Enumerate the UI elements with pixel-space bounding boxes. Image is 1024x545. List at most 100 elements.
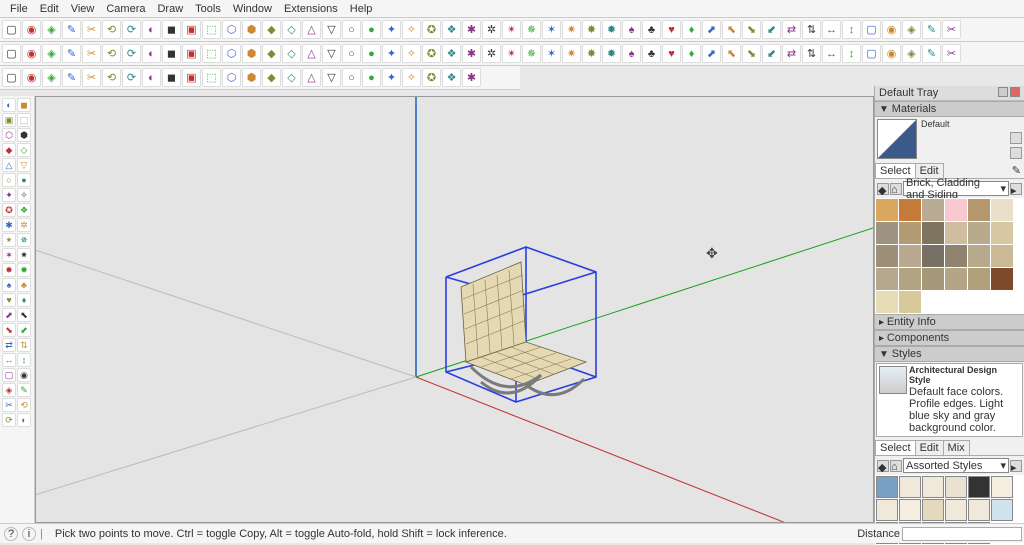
materials-panel-header[interactable]: ▼ Materials	[875, 101, 1024, 117]
tool-button[interactable]: ●	[17, 173, 31, 187]
menu-draw[interactable]: Draw	[151, 1, 189, 17]
material-swatch[interactable]	[945, 222, 967, 244]
toolbar-button[interactable]: ◼	[162, 44, 181, 63]
materials-collection-select[interactable]: Brick, Cladding and Siding▾	[903, 181, 1009, 196]
toolbar-button[interactable]: ⇅	[802, 20, 821, 39]
toolbar-button[interactable]: ◼	[162, 20, 181, 39]
toolbar-button[interactable]: ✹	[602, 44, 621, 63]
tool-button[interactable]: ⬚	[17, 113, 31, 127]
toolbar-button[interactable]: ○	[342, 44, 361, 63]
style-swatch[interactable]	[899, 476, 921, 498]
default-material-icon[interactable]	[1010, 147, 1022, 159]
toolbar-button[interactable]: ✶	[542, 20, 561, 39]
tool-button[interactable]: ◼	[17, 98, 31, 112]
material-swatch[interactable]	[899, 222, 921, 244]
toolbar-button[interactable]: ◼	[162, 68, 181, 87]
tool-button[interactable]: ⟳	[2, 413, 16, 427]
toolbar-button[interactable]: ✎	[922, 44, 941, 63]
styles-header[interactable]: ▼ Styles	[875, 346, 1024, 362]
toolbar-button[interactable]: △	[302, 68, 321, 87]
toolbar-button[interactable]: ❖	[442, 68, 461, 87]
toolbar-button[interactable]: ◐	[142, 68, 161, 87]
toolbar-button[interactable]: ▽	[322, 68, 341, 87]
toolbar-button[interactable]: ⬈	[702, 20, 721, 39]
toolbar-button[interactable]: ▣	[182, 68, 201, 87]
menu-camera[interactable]: Camera	[100, 1, 151, 17]
tool-button[interactable]: ◈	[2, 383, 16, 397]
toolbar-button[interactable]: ○	[342, 68, 361, 87]
menu-extensions[interactable]: Extensions	[278, 1, 344, 17]
toolbar-button[interactable]: ✵	[522, 44, 541, 63]
styles-home-icon[interactable]: ⌂	[890, 460, 902, 472]
styles-details-icon[interactable]: ▸	[1010, 460, 1022, 472]
material-swatch[interactable]	[968, 199, 990, 221]
toolbar-button[interactable]: ◇	[282, 20, 301, 39]
tool-button[interactable]: ✹	[17, 263, 31, 277]
toolbar-button[interactable]: ▢	[862, 44, 881, 63]
tool-button[interactable]: ◉	[17, 368, 31, 382]
toolbar-button[interactable]: ✸	[582, 20, 601, 39]
toolbar-button[interactable]: ▢	[862, 20, 881, 39]
toolbar-button[interactable]: ✎	[62, 20, 81, 39]
menu-file[interactable]: File	[4, 1, 34, 17]
style-swatch[interactable]	[876, 476, 898, 498]
tool-button[interactable]: ⬉	[17, 308, 31, 322]
toolbar-button[interactable]: ▽	[322, 20, 341, 39]
toolbar-button[interactable]: ▢	[2, 68, 21, 87]
toolbar-button[interactable]: ✎	[922, 20, 941, 39]
toolbar-button[interactable]: ⬚	[202, 20, 221, 39]
toolbar-button[interactable]: ✱	[462, 68, 481, 87]
toolbar-button[interactable]: ⟳	[122, 44, 141, 63]
toolbar-button[interactable]: ✎	[62, 44, 81, 63]
toolbar-button[interactable]: ⇄	[782, 20, 801, 39]
tool-button[interactable]: ⬢	[17, 128, 31, 142]
toolbar-button[interactable]: ⬋	[762, 20, 781, 39]
tool-button[interactable]: ▢	[2, 368, 16, 382]
toolbar-button[interactable]: ✦	[382, 20, 401, 39]
toolbar-button[interactable]: ✧	[402, 44, 421, 63]
toolbar-button[interactable]: ⬡	[222, 68, 241, 87]
toolbar-button[interactable]: ⬢	[242, 20, 261, 39]
toolbar-button[interactable]: ⬢	[242, 68, 261, 87]
tool-button[interactable]: ◇	[17, 143, 31, 157]
toolbar-button[interactable]: ⬈	[702, 44, 721, 63]
styles-tab-edit[interactable]: Edit	[915, 440, 944, 455]
tray-header[interactable]: Default Tray	[875, 86, 1024, 101]
back-icon[interactable]: ◆	[877, 183, 889, 195]
toolbar-button[interactable]: ⟲	[102, 20, 121, 39]
tool-button[interactable]: △	[2, 158, 16, 172]
toolbar-button[interactable]: ✧	[402, 68, 421, 87]
material-swatch[interactable]	[876, 199, 898, 221]
material-swatch[interactable]	[922, 222, 944, 244]
toolbar-button[interactable]: ⬉	[722, 20, 741, 39]
home-icon[interactable]: ⌂	[890, 183, 902, 195]
toolbar-button[interactable]: ✦	[382, 68, 401, 87]
toolbar-button[interactable]: ◉	[882, 20, 901, 39]
toolbar-button[interactable]: ⬉	[722, 44, 741, 63]
toolbar-button[interactable]: ✲	[482, 44, 501, 63]
toolbar-button[interactable]: ◈	[42, 44, 61, 63]
tool-button[interactable]: ✸	[2, 263, 16, 277]
tool-button[interactable]: ↔	[2, 353, 16, 367]
toolbar-button[interactable]: ↕	[842, 44, 861, 63]
tool-button[interactable]: ✵	[17, 233, 31, 247]
toolbar-button[interactable]: ◇	[282, 68, 301, 87]
material-swatch[interactable]	[991, 199, 1013, 221]
styles-collection-select[interactable]: Assorted Styles▾	[903, 458, 1009, 473]
current-material-swatch[interactable]	[877, 119, 917, 159]
material-swatch[interactable]	[922, 199, 944, 221]
toolbar-button[interactable]: ◇	[282, 44, 301, 63]
style-swatch[interactable]	[945, 476, 967, 498]
toolbar-button[interactable]: ↔	[822, 20, 841, 39]
style-swatch[interactable]	[899, 499, 921, 521]
toolbar-button[interactable]: ▽	[322, 44, 341, 63]
toolbar-button[interactable]: △	[302, 20, 321, 39]
toolbar-button[interactable]: ▢	[2, 44, 21, 63]
material-swatch[interactable]	[876, 245, 898, 267]
tool-button[interactable]: ▣	[2, 113, 16, 127]
toolbar-button[interactable]: ⬋	[762, 44, 781, 63]
style-swatch[interactable]	[945, 499, 967, 521]
tool-button[interactable]: ○	[2, 173, 16, 187]
toolbar-button[interactable]: ♣	[642, 20, 661, 39]
toolbar-button[interactable]: ○	[342, 20, 361, 39]
